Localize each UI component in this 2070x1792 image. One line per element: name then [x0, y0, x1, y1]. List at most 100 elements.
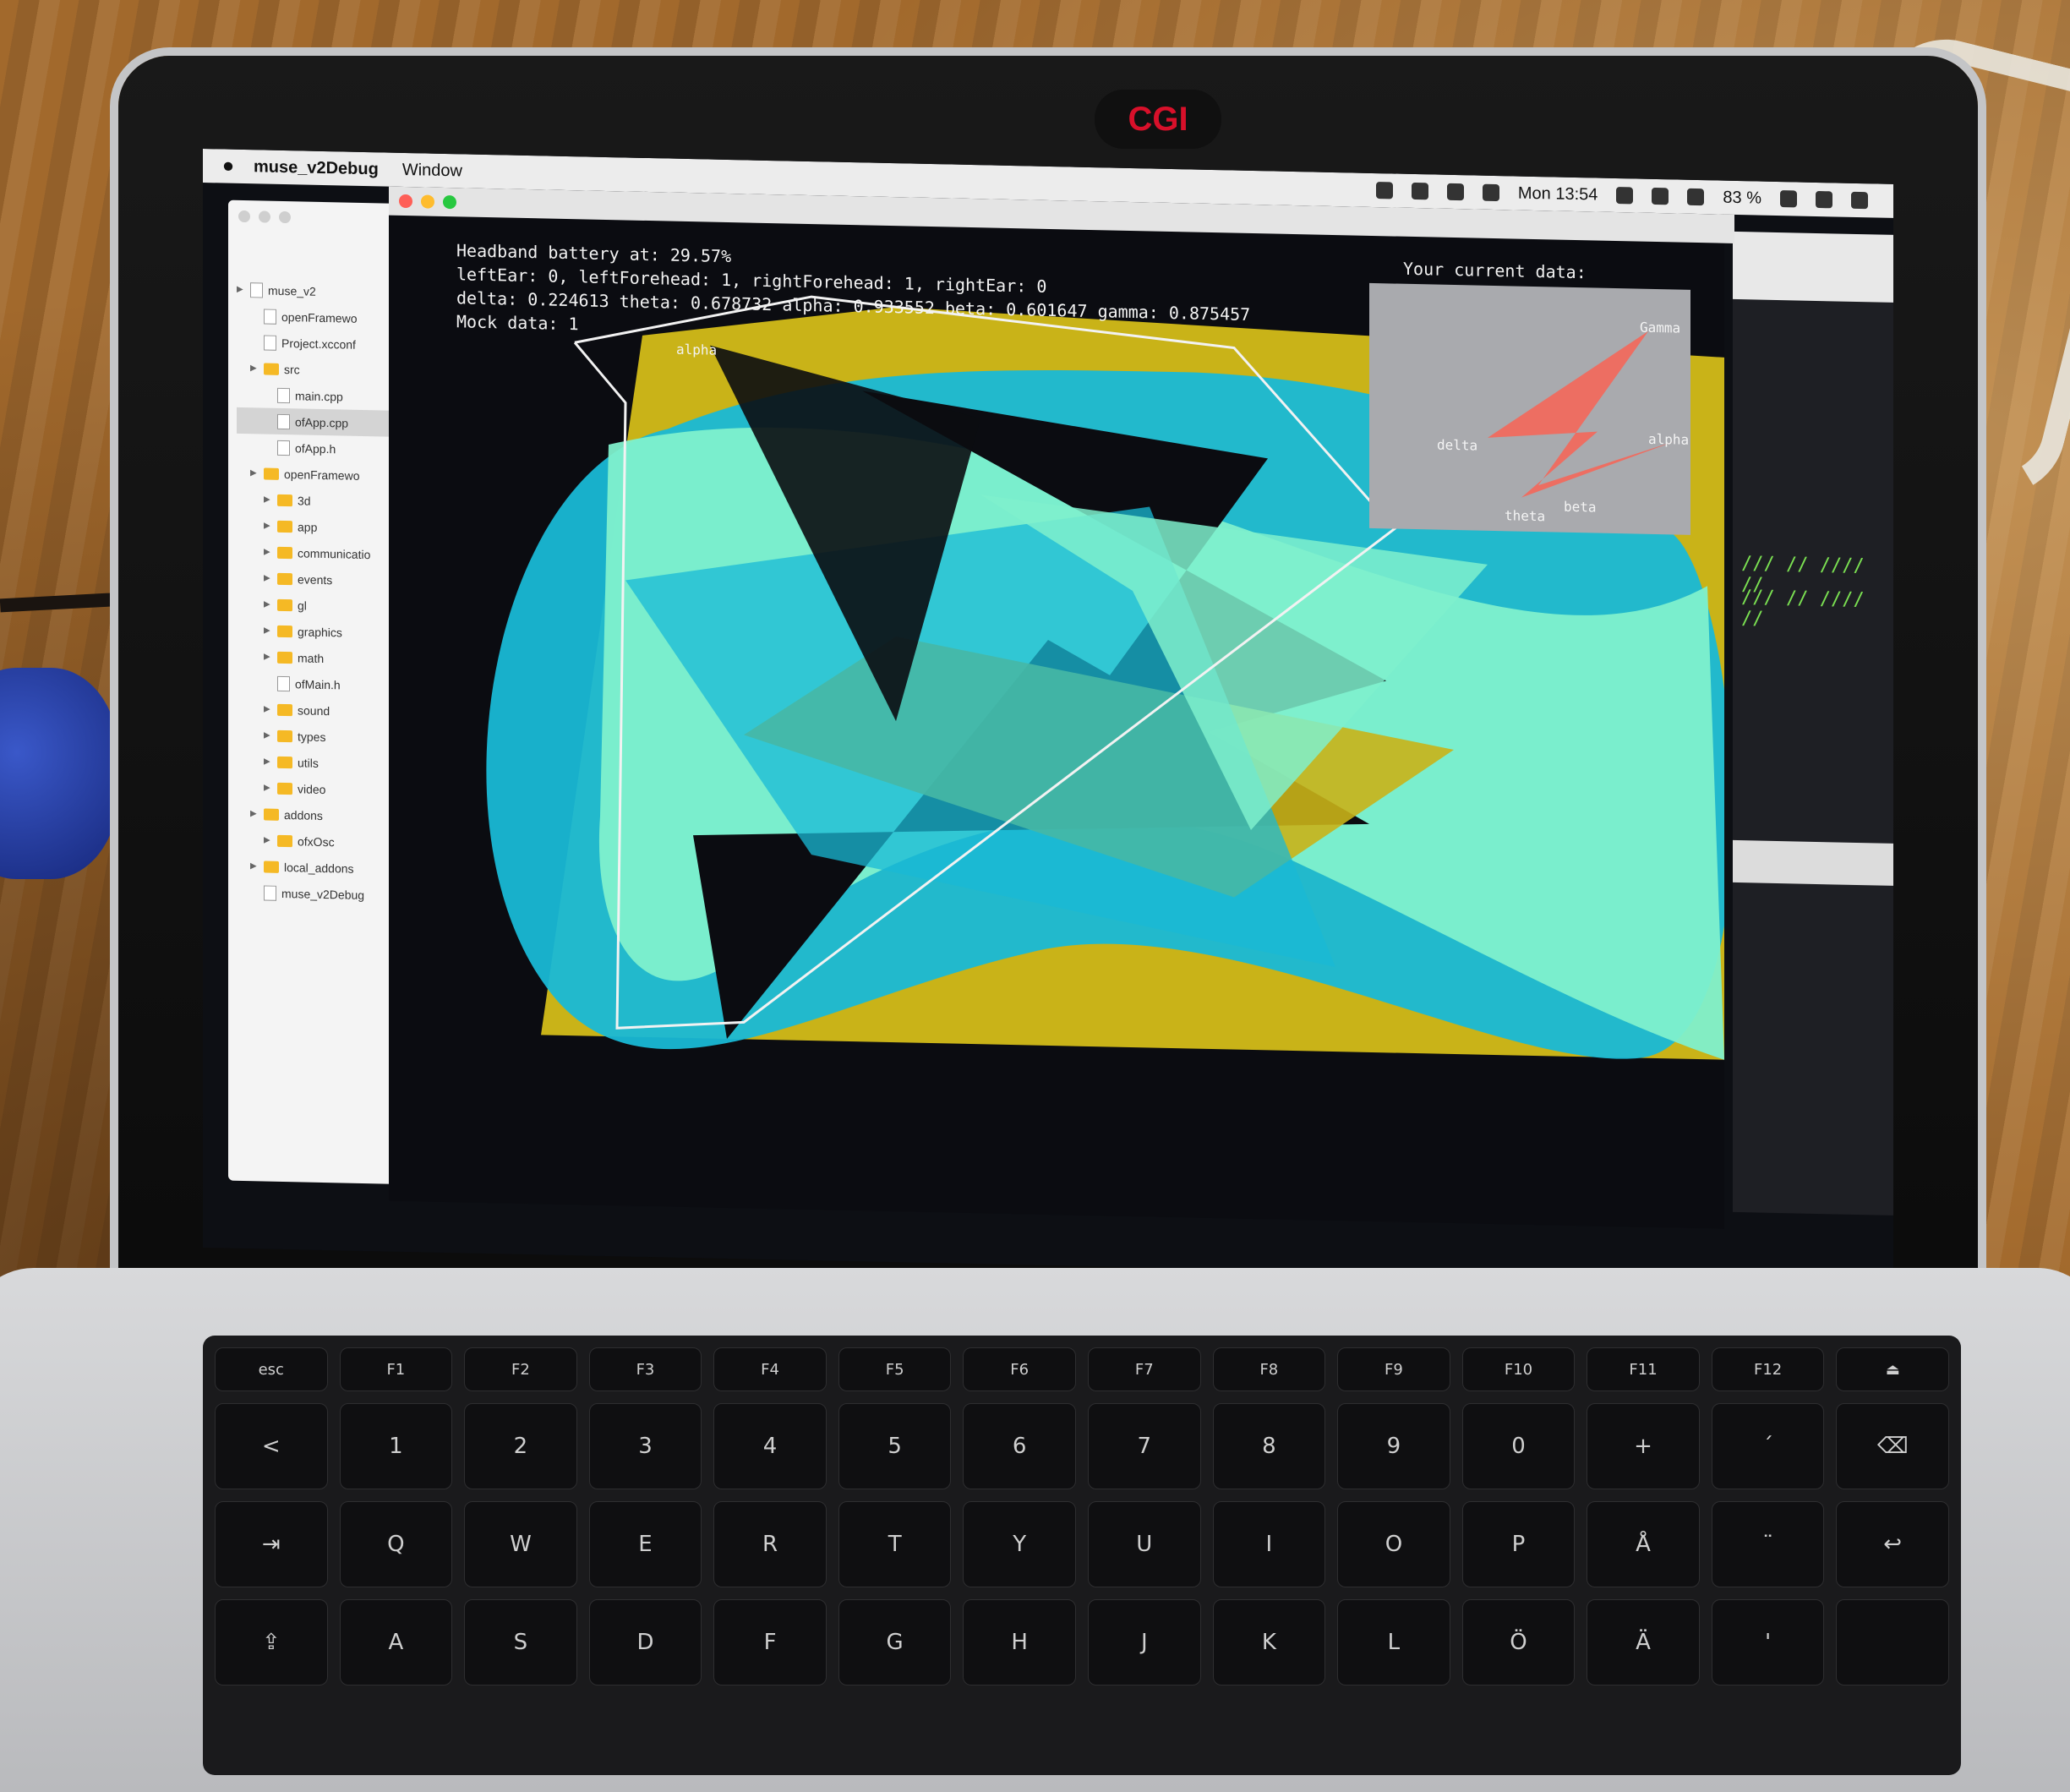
sidebar-item[interactable]: ofApp.cpp — [237, 407, 397, 437]
minimize-icon[interactable] — [421, 194, 434, 208]
keyboard-key[interactable]: esc — [215, 1347, 328, 1391]
keyboard-key[interactable]: 2 — [464, 1403, 577, 1489]
keyboard-key[interactable]: F9 — [1337, 1347, 1450, 1391]
disclosure-triangle-icon[interactable]: ▶ — [264, 757, 272, 767]
keyboard-key[interactable]: F4 — [713, 1347, 827, 1391]
keyboard-key[interactable]: I — [1213, 1501, 1326, 1587]
keyboard-key[interactable]: ⇪ — [215, 1599, 328, 1685]
keyboard-key[interactable]: F6 — [963, 1347, 1076, 1391]
keyboard-key[interactable]: 5 — [838, 1403, 952, 1489]
keyboard-key[interactable]: Ä — [1587, 1599, 1700, 1685]
keyboard-key[interactable]: R — [713, 1501, 827, 1587]
keyboard-key[interactable]: 7 — [1088, 1403, 1201, 1489]
keyboard-key[interactable]: O — [1337, 1501, 1450, 1587]
disclosure-triangle-icon[interactable]: ▶ — [264, 600, 272, 609]
sidebar-item[interactable]: Project.xcconf — [237, 329, 397, 358]
keyboard-key[interactable]: Ö — [1462, 1599, 1576, 1685]
volume-icon[interactable] — [1687, 188, 1704, 205]
zoom-icon[interactable] — [279, 211, 291, 223]
keyboard-key[interactable]: Y — [963, 1501, 1076, 1587]
keyboard-key[interactable]: F11 — [1587, 1347, 1700, 1391]
keyboard-key[interactable]: + — [1587, 1403, 1700, 1489]
keyboard-key[interactable]: G — [838, 1599, 952, 1685]
sidebar-item[interactable]: ▶types — [237, 722, 397, 751]
zoom-icon[interactable] — [443, 195, 456, 209]
keyboard-key[interactable]: 4 — [713, 1403, 827, 1489]
close-icon[interactable] — [399, 194, 412, 208]
menu-clock[interactable]: Mon 13:54 — [1518, 183, 1598, 205]
disclosure-triangle-icon[interactable]: ▶ — [250, 468, 259, 478]
keyboard-key[interactable]: E — [589, 1501, 702, 1587]
keyboard-key[interactable]: ⇥ — [215, 1501, 328, 1587]
sidebar-item[interactable]: ofApp.h — [237, 434, 397, 463]
keyboard-key[interactable]: S — [464, 1599, 577, 1685]
keyboard-key[interactable]: 6 — [963, 1403, 1076, 1489]
notification-center-icon[interactable] — [1851, 192, 1868, 209]
keyboard-key[interactable]: Å — [1587, 1501, 1700, 1587]
battery-percent[interactable]: 83 % — [1723, 188, 1761, 208]
sidebar-item[interactable]: muse_v2Debug — [237, 879, 397, 909]
sidebar-item[interactable]: ▶muse_v2 — [237, 276, 397, 306]
disclosure-triangle-icon[interactable]: ▶ — [264, 574, 272, 583]
keyboard-key[interactable]: < — [215, 1403, 328, 1489]
sidebar-item[interactable]: ▶math — [237, 643, 397, 673]
disclosure-triangle-icon[interactable]: ▶ — [264, 784, 272, 793]
sidebar-item[interactable]: ▶addons — [237, 800, 397, 830]
keyboard-key[interactable]: ¨ — [1712, 1501, 1825, 1587]
keyboard-key[interactable]: F12 — [1712, 1347, 1825, 1391]
keyboard-key[interactable]: ⏏ — [1836, 1347, 1949, 1391]
keyboard-key[interactable]: ´ — [1712, 1403, 1825, 1489]
keyboard-key[interactable]: F2 — [464, 1347, 577, 1391]
tray-icon-4[interactable] — [1483, 184, 1499, 201]
sidebar-item[interactable]: ▶utils — [237, 748, 397, 778]
disclosure-triangle-icon[interactable]: ▶ — [264, 548, 272, 557]
disclosure-triangle-icon[interactable]: ▶ — [250, 809, 259, 818]
sidebar-item[interactable]: ▶video — [237, 774, 397, 804]
keyboard-key[interactable]: K — [1213, 1599, 1326, 1685]
disclosure-triangle-icon[interactable]: ▶ — [264, 626, 272, 636]
close-icon[interactable] — [238, 210, 250, 222]
search-icon[interactable] — [1816, 191, 1832, 208]
sidebar-item[interactable]: ▶gl — [237, 591, 397, 620]
keyboard-key[interactable]: ' — [1712, 1599, 1825, 1685]
keyboard-key[interactable]: H — [963, 1599, 1076, 1685]
keyboard-key[interactable]: ↩ — [1836, 1501, 1949, 1587]
sidebar-item[interactable]: ▶sound — [237, 696, 397, 725]
menu-window[interactable]: Window — [402, 160, 462, 180]
disclosure-triangle-icon[interactable]: ▶ — [264, 495, 272, 505]
apple-menu-icon[interactable]: ● — [203, 154, 254, 178]
disclosure-triangle-icon[interactable]: ▶ — [250, 861, 259, 871]
keyboard-key[interactable]: D — [589, 1599, 702, 1685]
keyboard-key[interactable]: F — [713, 1599, 827, 1685]
minimize-icon[interactable] — [259, 210, 270, 222]
cloud-icon[interactable] — [1616, 187, 1633, 204]
sidebar-item[interactable]: main.cpp — [237, 381, 397, 411]
sidebar-item[interactable]: ▶openFramewo — [237, 460, 397, 489]
keyboard-key[interactable]: J — [1088, 1599, 1201, 1685]
sidebar-item[interactable]: ▶graphics — [237, 617, 397, 647]
keyboard-key[interactable]: F8 — [1213, 1347, 1326, 1391]
sidebar-item[interactable]: ▶ofxOsc — [237, 827, 397, 856]
disclosure-triangle-icon[interactable]: ▶ — [250, 363, 259, 373]
menu-app-name[interactable]: muse_v2Debug — [254, 157, 379, 179]
disclosure-triangle-icon[interactable]: ▶ — [237, 285, 245, 294]
keyboard-key[interactable]: F3 — [589, 1347, 702, 1391]
disclosure-triangle-icon[interactable]: ▶ — [264, 836, 272, 845]
sidebar-item[interactable]: ▶app — [237, 512, 397, 542]
xcode-search-bar[interactable] — [1733, 840, 1893, 886]
keyboard-key[interactable]: 8 — [1213, 1403, 1326, 1489]
tray-icon-3[interactable] — [1447, 183, 1464, 200]
keyboard-key[interactable]: A — [340, 1599, 453, 1685]
wifi-icon[interactable] — [1652, 188, 1669, 205]
keyboard-key[interactable]: P — [1462, 1501, 1576, 1587]
battery-icon[interactable] — [1780, 190, 1797, 207]
sidebar-item[interactable]: openFramewo — [237, 303, 397, 332]
keyboard-key[interactable] — [1836, 1599, 1949, 1685]
sidebar-item[interactable]: ▶events — [237, 565, 397, 594]
sidebar-item[interactable]: ▶local_addons — [237, 853, 397, 882]
keyboard-key[interactable]: F5 — [838, 1347, 952, 1391]
keyboard-key[interactable]: 1 — [340, 1403, 453, 1489]
keyboard-key[interactable]: L — [1337, 1599, 1450, 1685]
keyboard-key[interactable]: 9 — [1337, 1403, 1450, 1489]
disclosure-triangle-icon[interactable]: ▶ — [264, 653, 272, 662]
